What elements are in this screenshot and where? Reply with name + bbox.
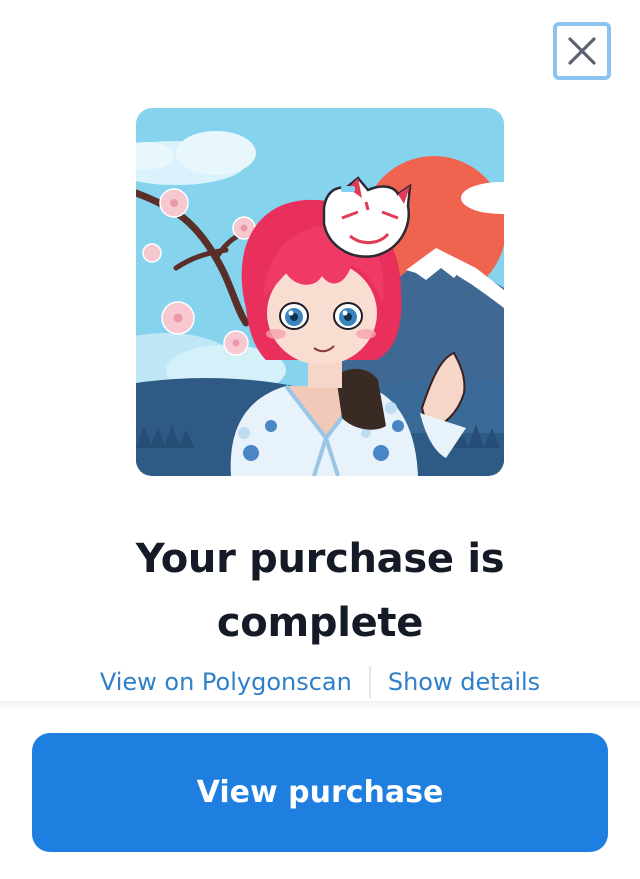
view-on-polygonscan-link[interactable]: View on Polygonscan: [100, 668, 352, 696]
purchase-complete-dialog: Your purchase is complete View on Polygo…: [0, 0, 640, 879]
show-details-link[interactable]: Show details: [388, 668, 540, 696]
link-divider: [368, 666, 371, 698]
transaction-links: View on Polygonscan Show details: [0, 662, 640, 702]
page-title: Your purchase is complete: [135, 536, 505, 646]
footer-divider: [0, 701, 640, 711]
close-button[interactable]: [553, 22, 611, 80]
view-purchase-button[interactable]: View purchase: [32, 733, 608, 852]
nft-image: [136, 108, 504, 476]
close-icon: [568, 37, 596, 65]
